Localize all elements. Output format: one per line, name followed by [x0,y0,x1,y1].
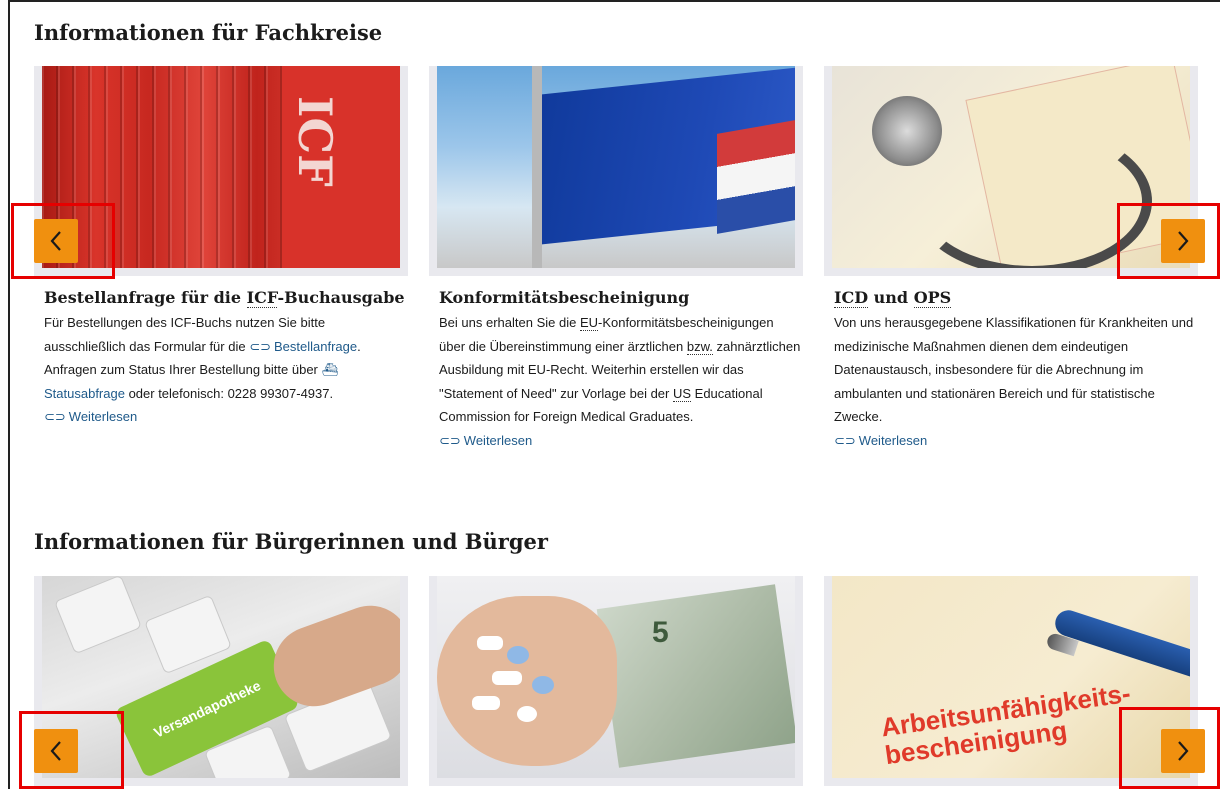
card-text: Für Bestellungen des ICF-Buchs nutzen Si… [44,315,361,424]
link-icon: ⊂⊃ [834,432,856,448]
weiterlesen-link[interactable]: ⊂⊃ Weiterlesen [834,433,927,448]
highlight-box [1119,707,1220,789]
abbr-icf: ICF [246,288,278,308]
link-icon: ⊂⊃ [44,409,66,424]
section-title-buerger: Informationen für Bürgerinnen und Bürger [34,529,548,554]
weiterlesen-link[interactable]: ⊂⊃ Weiterlesen [44,409,137,424]
ship-icon: ⛴ [321,362,339,377]
eu-flag-image [437,66,795,268]
abbr-us: US [672,385,692,402]
section-title-fachkreise: Informationen für Fachkreise [34,20,383,45]
link-icon: ⊂⊃ [439,432,461,448]
abbr-bzw: bzw. [686,338,713,355]
pills-money-image: 5 [437,576,795,778]
weiterlesen-link[interactable]: ⊂⊃ Weiterlesen [439,433,532,448]
card-title[interactable]: ICD und OPS [834,288,1198,308]
link-icon: ⊂⊃ [249,338,271,354]
highlight-box [19,711,124,789]
card-title[interactable]: Bestellanfrage für die ICF-Buchausgabe [44,288,408,308]
card-image[interactable] [429,66,803,276]
highlight-box [11,203,115,279]
card-medikamente: 5 [429,576,803,786]
abbr-eu: EU [579,315,598,331]
icf-image-label: ICF [288,96,342,187]
au-form-text: Arbeitsunfähigkeits- bescheinigung [879,677,1133,771]
abbr-ops: OPS [913,288,952,308]
card-text: Bei uns erhalten Sie die EU-Konformitäts… [439,315,801,448]
card-title[interactable]: Konformitätsbescheinigung [439,288,803,307]
card-text: Von uns herausgegebene Klassifikationen … [834,315,1194,448]
card-konformitaet: Konformitätsbescheinigung Bei uns erhalt… [429,66,803,452]
abbr-icd: ICD [834,288,869,308]
banknote-value: 5 [652,616,669,649]
card-image[interactable]: 5 [429,576,803,786]
bestellanfrage-link[interactable]: ⊂⊃ Bestellanfrage [249,339,357,354]
highlight-box [1117,203,1220,279]
